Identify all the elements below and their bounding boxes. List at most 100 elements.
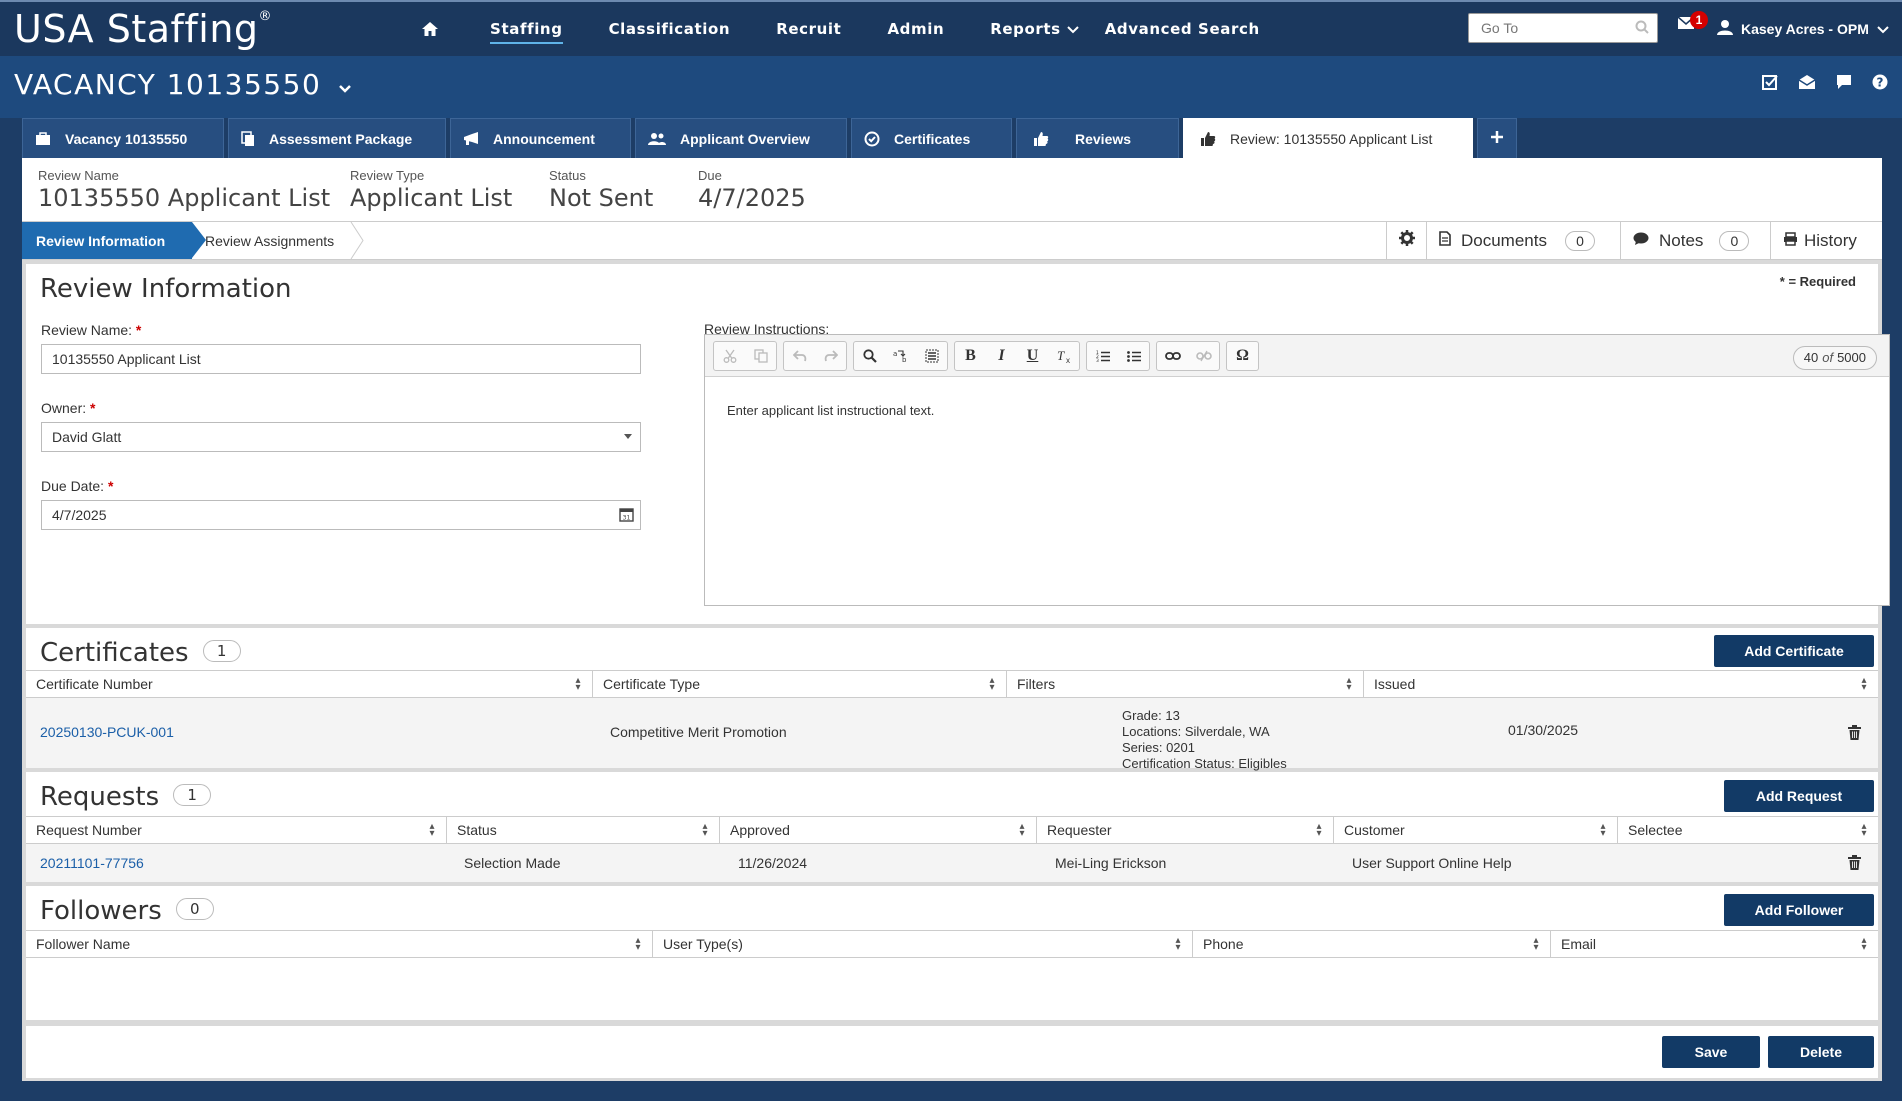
goto-search-input[interactable]: Go To bbox=[1468, 13, 1658, 43]
subnav-review-information[interactable]: Review Information bbox=[22, 222, 206, 259]
svg-text:x: x bbox=[1066, 356, 1070, 363]
column-header[interactable]: Requester ▴ ▾ bbox=[1037, 817, 1334, 843]
undo-icon[interactable] bbox=[784, 342, 815, 370]
review-name-input[interactable]: 10135550 Applicant List bbox=[41, 344, 641, 374]
nav-reports[interactable]: Reports bbox=[990, 14, 1079, 44]
italic-icon[interactable]: I bbox=[986, 342, 1017, 370]
copy-icon[interactable] bbox=[745, 342, 776, 370]
subnav-review-assignments[interactable]: Review Assignments bbox=[205, 233, 334, 249]
remove-format-icon[interactable]: Tx bbox=[1048, 342, 1079, 370]
instructions-text-area[interactable]: Enter applicant list instructional text. bbox=[727, 403, 934, 418]
history-icon bbox=[1783, 231, 1798, 251]
envelope-open-icon[interactable] bbox=[1798, 74, 1816, 93]
add-request-button[interactable]: Add Request bbox=[1724, 780, 1874, 812]
unlink-icon[interactable] bbox=[1188, 342, 1219, 370]
add-follower-button[interactable]: Add Follower bbox=[1724, 894, 1874, 926]
gear-icon bbox=[1398, 230, 1415, 251]
vacancy-title[interactable]: VACANCY 10135550 bbox=[14, 68, 352, 101]
column-header[interactable]: Email ▴ ▾ bbox=[1551, 931, 1878, 957]
column-header[interactable]: Certificate Number ▴ ▾ bbox=[26, 671, 593, 697]
trash-icon[interactable] bbox=[1848, 725, 1861, 743]
tab-assessment-package[interactable]: Assessment Package bbox=[228, 118, 446, 158]
svg-text:T: T bbox=[1057, 349, 1065, 363]
save-button[interactable]: Save bbox=[1662, 1036, 1760, 1068]
history-button[interactable]: History bbox=[1770, 222, 1882, 259]
help-icon[interactable]: ? bbox=[1872, 74, 1888, 93]
column-header[interactable]: Certificate Type ▴ ▾ bbox=[593, 671, 1007, 697]
due-date-input[interactable]: 4/7/2025 31 bbox=[41, 500, 641, 530]
special-character-icon[interactable]: Ω bbox=[1227, 342, 1258, 370]
review-name-label: Review Name: * bbox=[41, 322, 142, 338]
tab-certificates[interactable]: Certificates bbox=[851, 118, 1012, 158]
home-icon[interactable] bbox=[420, 19, 440, 39]
settings-button[interactable] bbox=[1386, 222, 1426, 259]
request-requester: Mei-Ling Erickson bbox=[1055, 855, 1167, 871]
users-icon bbox=[648, 132, 666, 146]
user-menu[interactable]: Kasey Acres - OPM bbox=[1717, 19, 1889, 38]
column-header[interactable]: Approved ▴ ▾ bbox=[720, 817, 1037, 843]
nav-admin[interactable]: Admin bbox=[887, 14, 944, 44]
vacancy-header: VACANCY 10135550 ? bbox=[0, 56, 1902, 118]
nav-staffing[interactable]: Staffing bbox=[490, 14, 563, 44]
certificates-title: Certificates 1 bbox=[40, 638, 241, 668]
briefcase-icon bbox=[35, 131, 51, 146]
add-certificate-button[interactable]: Add Certificate bbox=[1714, 635, 1874, 667]
column-header[interactable]: User Type(s) ▴ ▾ bbox=[653, 931, 1193, 957]
column-header[interactable]: Filters ▴ ▾ bbox=[1007, 671, 1364, 697]
sort-icon: ▴ ▾ bbox=[1533, 935, 1539, 953]
tab-review-applicant-list[interactable]: Review: 10135550 Applicant List bbox=[1183, 118, 1473, 158]
summary-due: Due 4/7/2025 bbox=[698, 168, 806, 212]
nav-classification[interactable]: Classification bbox=[609, 14, 731, 44]
column-header[interactable]: Selectee ▴ ▾ bbox=[1618, 817, 1878, 843]
certificate-number-link[interactable]: 20250130-PCUK-001 bbox=[40, 724, 174, 740]
nav-recruit[interactable]: Recruit bbox=[776, 14, 841, 44]
sort-icon: ▴ ▾ bbox=[635, 935, 641, 953]
column-header[interactable]: Request Number ▴ ▾ bbox=[26, 817, 447, 843]
column-header[interactable]: Issued ▴ ▾ bbox=[1364, 671, 1878, 697]
checklist-icon[interactable] bbox=[1762, 74, 1778, 93]
find-icon[interactable] bbox=[854, 342, 885, 370]
sort-icon: ▴ ▾ bbox=[1346, 675, 1352, 693]
chevron-down-icon bbox=[1066, 24, 1079, 37]
app-logo[interactable]: USA Staffing® bbox=[14, 7, 272, 51]
owner-select[interactable]: David Glatt bbox=[41, 422, 641, 452]
replace-icon[interactable]: ab bbox=[885, 342, 916, 370]
request-number-link[interactable]: 20211101-77756 bbox=[40, 855, 144, 871]
check-circle-icon bbox=[864, 131, 880, 147]
sort-icon: ▴ ▾ bbox=[429, 821, 435, 839]
calendar-icon[interactable]: 31 bbox=[619, 507, 634, 525]
link-icon[interactable] bbox=[1157, 342, 1188, 370]
column-header[interactable]: Follower Name ▴ ▾ bbox=[26, 931, 653, 957]
tab-applicant-overview[interactable]: Applicant Overview bbox=[635, 118, 847, 158]
sort-icon: ▴ ▾ bbox=[989, 675, 995, 693]
select-all-icon[interactable] bbox=[916, 342, 947, 370]
sort-icon: ▴ ▾ bbox=[702, 821, 708, 839]
add-tab-button[interactable] bbox=[1477, 118, 1517, 158]
trash-icon[interactable] bbox=[1848, 855, 1861, 873]
summary-review-name: Review Name 10135550 Applicant List bbox=[38, 168, 331, 212]
sort-icon: ▴ ▾ bbox=[1861, 675, 1867, 693]
bulleted-list-icon[interactable] bbox=[1118, 342, 1149, 370]
column-header[interactable]: Status ▴ ▾ bbox=[447, 817, 720, 843]
nav-advanced-search[interactable]: Advanced Search bbox=[1105, 14, 1260, 44]
column-header[interactable]: Customer ▴ ▾ bbox=[1334, 817, 1618, 843]
tab-announcement[interactable]: Announcement bbox=[450, 118, 631, 158]
svg-text:31: 31 bbox=[623, 515, 631, 522]
tab-reviews[interactable]: Reviews bbox=[1016, 118, 1179, 158]
chat-icon[interactable] bbox=[1836, 74, 1852, 93]
redo-icon[interactable] bbox=[815, 342, 846, 370]
bold-icon[interactable]: B bbox=[955, 342, 986, 370]
caret-down-icon bbox=[624, 434, 632, 439]
numbered-list-icon[interactable]: 123 bbox=[1087, 342, 1118, 370]
tab-vacancy[interactable]: Vacancy 10135550 bbox=[22, 118, 224, 158]
notes-button[interactable]: Notes 0 bbox=[1620, 222, 1770, 259]
review-panel: Review Name 10135550 Applicant List Revi… bbox=[22, 158, 1890, 1081]
top-navigation: USA Staffing® Staffing Classification Re… bbox=[0, 0, 1902, 56]
column-header[interactable]: Phone ▴ ▾ bbox=[1193, 931, 1551, 957]
underline-icon[interactable]: U bbox=[1017, 342, 1048, 370]
documents-button[interactable]: Documents 0 bbox=[1426, 222, 1620, 259]
documents-icon bbox=[241, 130, 255, 147]
delete-button[interactable]: Delete bbox=[1768, 1036, 1874, 1068]
cut-icon[interactable] bbox=[714, 342, 745, 370]
breadcrumb-separator bbox=[350, 222, 364, 259]
